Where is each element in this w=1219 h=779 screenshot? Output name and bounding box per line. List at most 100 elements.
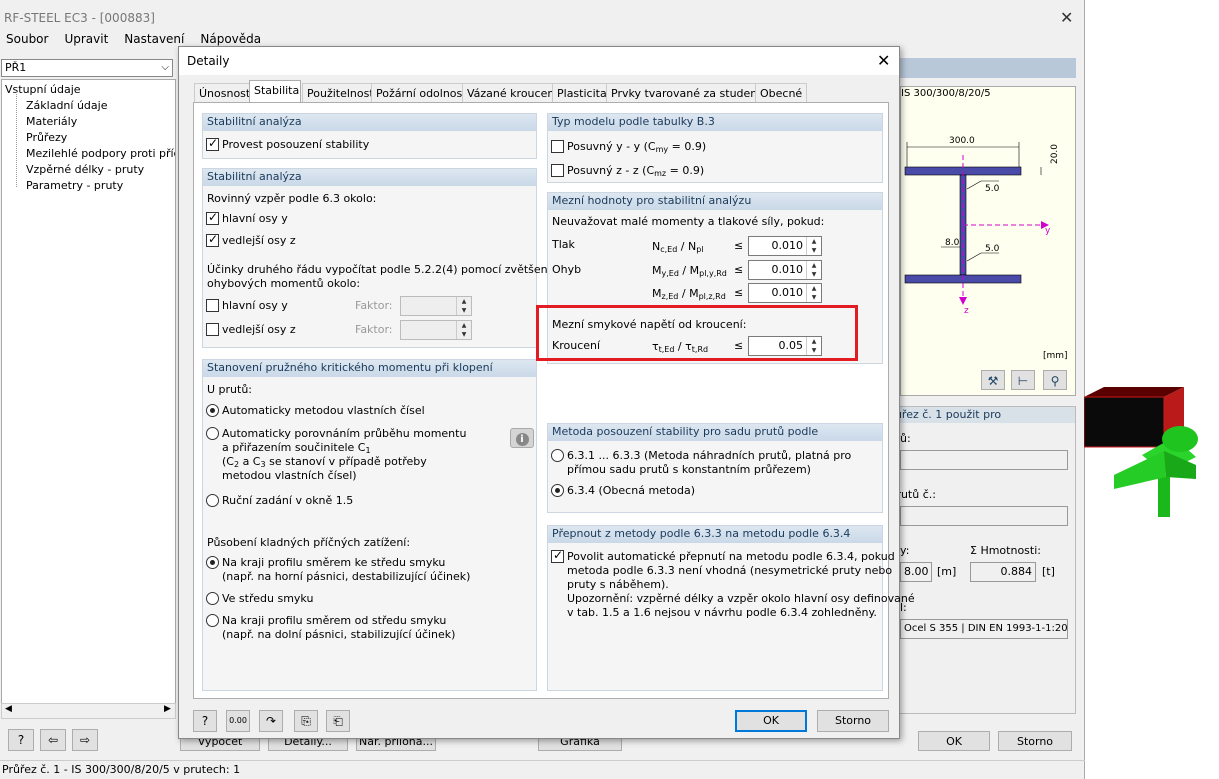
length-value: 8.00: [900, 562, 932, 582]
zoom-icon[interactable]: ⚲: [1043, 370, 1067, 390]
tab-stabilita[interactable]: Stabilita: [249, 80, 301, 104]
my-ratio-input[interactable]: 0.010 ▲ ▼: [748, 260, 822, 280]
load-case-select[interactable]: PŘ1 ⌵: [1, 59, 173, 77]
minor-axis-checkbox[interactable]: [206, 232, 219, 247]
equivalent-member-radio[interactable]: [551, 449, 564, 462]
export-icon[interactable]: ⎗: [326, 710, 350, 732]
tab-pouzitelnost[interactable]: Použitelnost: [302, 83, 379, 103]
away-shear-center-radio[interactable]: [206, 614, 219, 627]
second-order-minor-label: vedlejší osy z: [222, 323, 296, 336]
second-order-text-1: Účinky druhého řádu vypočítat podle 5.2.…: [207, 263, 551, 276]
tab-unosnost[interactable]: Únosnost: [194, 83, 256, 103]
sway-z-text: Posuvný z - z (C: [567, 164, 655, 177]
ok-button[interactable]: OK: [735, 710, 807, 732]
compression-label: Tlak: [552, 238, 575, 251]
n-sub: c,Ed: [660, 245, 678, 254]
mz-text: M: [652, 287, 662, 300]
menu-soubor[interactable]: Soubor: [6, 32, 48, 46]
manual-input-radio[interactable]: [206, 494, 219, 507]
model-type-group: Typ modelu podle tabulky B.3 Posuvný y -…: [547, 113, 883, 183]
moment-comparison-radio[interactable]: [206, 427, 219, 440]
members-field[interactable]: [900, 450, 1068, 470]
major-axis-checkbox[interactable]: [206, 210, 219, 225]
units-icon[interactable]: 0.00: [226, 710, 250, 732]
dimension-icon[interactable]: ⊢: [1011, 370, 1035, 390]
factor-input-1[interactable]: ▲ ▼: [400, 296, 472, 316]
menu-nastaveni[interactable]: Nastavení: [124, 32, 184, 46]
mz-sub: z,Ed: [661, 292, 679, 301]
tree-item-effective-lengths[interactable]: Vzpěrné délky - pruty: [26, 163, 144, 177]
tab-obecne[interactable]: Obecné: [755, 83, 808, 103]
main-ok-button[interactable]: OK: [918, 731, 990, 751]
tree-item-supports[interactable]: Mezilehlé podpory proti příčném: [26, 147, 175, 161]
n-ratio-input[interactable]: 0.010 ▲ ▼: [748, 236, 822, 256]
second-order-major-checkbox[interactable]: [206, 299, 219, 312]
factor-label-2: Faktor:: [355, 323, 393, 336]
tree-item-materials[interactable]: Materiály: [26, 115, 77, 129]
reset-icon[interactable]: ↷: [259, 710, 283, 732]
at-shear-center-radio[interactable]: [206, 592, 219, 605]
le-symbol-1: ≤: [734, 239, 744, 252]
group-header: Stanovení pružného kritického momentu př…: [203, 360, 536, 377]
tab-prvky[interactable]: Prvky tvarované za studena: [606, 83, 770, 103]
mz-ratio-value: 0.010: [771, 286, 804, 299]
tab-plasticita[interactable]: Plasticita: [552, 83, 612, 103]
eigenvalue-radio[interactable]: [206, 404, 219, 417]
help-icon[interactable]: ?: [193, 710, 217, 732]
tree-scrollbar[interactable]: ◀ ▶: [1, 703, 176, 719]
equivalent-member-label-1: 6.3.1 ... 6.3.3 (Metoda náhradních prutů…: [567, 449, 852, 462]
unit-label: [mm]: [1043, 351, 1068, 361]
scroll-left-icon: ◀: [5, 704, 12, 714]
dim-weld-bottom: 5.0: [985, 244, 1000, 254]
prev-button[interactable]: ⇦: [40, 729, 66, 751]
c3-rest: se stanoví v případě potřeby: [265, 455, 427, 468]
length-label: y:: [900, 544, 910, 557]
cancel-button[interactable]: Storno: [817, 710, 889, 732]
dim-web: 8.0: [945, 238, 960, 248]
critical-moment-group: Stanovení pružného kritického momentu př…: [202, 359, 537, 691]
load-case-value: PŘ1: [5, 61, 27, 74]
stability-check-checkbox[interactable]: [206, 136, 219, 151]
moment-comparison-label-4: metodou vlastních čísel): [222, 469, 357, 482]
menu-napoveda[interactable]: Nápověda: [200, 32, 261, 46]
limit-values-text: Neuvažovat malé momenty a tlakové síly, …: [552, 215, 825, 228]
close-icon[interactable]: ✕: [877, 51, 890, 70]
toward-shear-center-radio[interactable]: [206, 556, 219, 569]
my-ratio-label: My,Ed / Mpl,y,Rd: [652, 264, 727, 281]
info-icon[interactable]: i: [510, 428, 534, 448]
n-mid: / N: [677, 240, 697, 253]
general-method-radio[interactable]: [551, 484, 564, 497]
tree-item-basic[interactable]: Základní údaje: [26, 99, 107, 113]
sway-z-checkbox[interactable]: [551, 164, 564, 177]
section-tool-icon[interactable]: ⚒: [981, 370, 1005, 390]
import-icon[interactable]: ⎘: [294, 710, 318, 732]
help-button[interactable]: ?: [8, 729, 34, 751]
sway-y-checkbox[interactable]: [551, 140, 564, 153]
toward-shear-center-label-1: Na kraji profilu směrem ke středu smyku: [222, 556, 446, 569]
second-order-minor-checkbox[interactable]: [206, 323, 219, 336]
details-dialog: Detaily ✕ Únosnost Stabilita Použitelnos…: [178, 46, 915, 739]
sway-z-sub: mz: [654, 169, 667, 178]
c1-text: a přiřazením součinitele C: [222, 441, 366, 454]
auto-switch-checkbox[interactable]: [551, 548, 564, 563]
tree-item-sections[interactable]: Průřezy: [26, 131, 67, 145]
mz-ratio-input[interactable]: 0.010 ▲ ▼: [748, 283, 822, 303]
tab-pozarni[interactable]: Požární odolnost: [371, 83, 472, 103]
main-cancel-button[interactable]: Storno: [998, 731, 1072, 751]
close-icon[interactable]: ✕: [1060, 8, 1073, 27]
dim-width: 300.0: [949, 136, 975, 146]
n-text: N: [652, 240, 661, 253]
menu-upravit[interactable]: Upravit: [64, 32, 108, 46]
member-no-field[interactable]: [900, 506, 1068, 526]
tree-item-parameters[interactable]: Parametry - pruty: [26, 179, 123, 193]
section-title: IS 300/300/8/20/5: [901, 88, 991, 99]
warning-label-1: Upozornění: vzpěrné délky a vzpěr okolo …: [567, 592, 915, 605]
general-method-label: 6.3.4 (Obecná metoda): [567, 484, 695, 497]
n-ratio-value: 0.010: [771, 239, 804, 252]
group-header: Stabilitní analýza: [203, 169, 536, 186]
stability-tab-page: Stabilitní analýza Provest posouzení sta…: [193, 102, 915, 699]
dim-weld-top: 5.0: [985, 184, 1000, 194]
tab-vazane-krouceni[interactable]: Vázané kroucení: [462, 83, 563, 103]
next-button[interactable]: ⇨: [72, 729, 98, 751]
factor-input-2[interactable]: ▲ ▼: [400, 320, 472, 340]
